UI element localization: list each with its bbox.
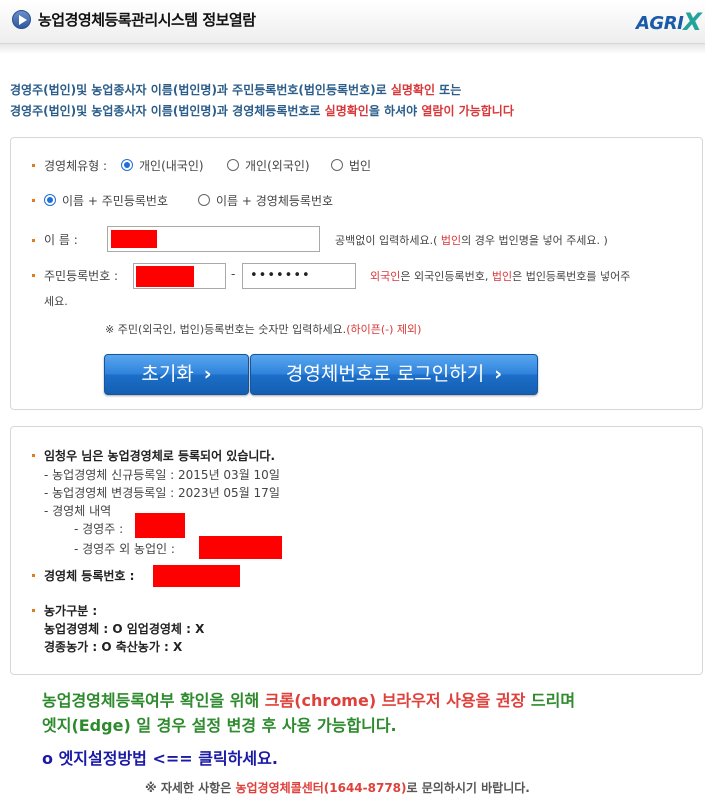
farm-type-line-2: 경종농가 : O 축산농가 : X — [44, 640, 183, 654]
radio-type-foreign-label[interactable]: 개인(외국인) — [245, 157, 310, 174]
play-arrow-icon — [12, 10, 31, 29]
result-panel: 임청우 님은 농업경영체로 등록되어 있습니다. - 농업경영체 신규등록일 :… — [10, 426, 703, 675]
browser-notice-line-2: 엣지(Edge) 일 경우 설정 변경 후 사용 가능합니다. — [42, 716, 397, 735]
edge-settings-link[interactable]: o 엣지설정방법 <== 클릭하세요. — [42, 745, 278, 769]
callcenter-footer: ※ 자세한 사항은 농업경영체콜센터(1644-8778)로 문의하시기 바랍니… — [145, 781, 530, 795]
bullet — [32, 574, 35, 577]
rrn-front-input[interactable] — [133, 263, 226, 289]
rrn-hint: 외국인은 외국인등록번호, 법인은 법인등록번호를 넣어주 — [370, 270, 631, 283]
name-hint: 공백없이 입력하세요.( 법인의 경우 법인명을 넣어 주세요. ) — [335, 234, 608, 247]
name-input[interactable] — [107, 226, 320, 252]
rrn-hint-cont: 세요. — [44, 295, 68, 308]
farm-details-label: - 경영체 내역 — [44, 504, 112, 518]
intro-line-1: 경영주(법인)및 농업종사자 이름(법인명)과 주민등록번호(법인등록번호)로 … — [10, 83, 462, 97]
verification-form-panel: 경영체유형 : 개인(내국인) 개인(외국인) 법인 이름 + 주민등록번호 이… — [10, 137, 703, 410]
intro-line-2: 경영주(법인)및 농업종사자 이름(법인명)과 경영체등록번호로 실명확인을 하… — [10, 104, 514, 118]
radio-method-rrn-label[interactable]: 이름 + 주민등록번호 — [62, 192, 168, 209]
radio-type-domestic[interactable] — [121, 159, 133, 171]
radio-method-rrn[interactable] — [44, 194, 56, 206]
rrn-back-input[interactable]: ••••••• — [242, 263, 356, 289]
radio-method-regno[interactable] — [198, 194, 210, 206]
new-registration-date: - 농업경영체 신규등록일 : 2015년 03월 10일 — [44, 468, 280, 482]
bullet — [32, 239, 35, 242]
rrn-dash: - — [231, 267, 236, 281]
radio-type-domestic-label[interactable]: 개인(내국인) — [139, 157, 204, 174]
intro-text: 경영주(법인)및 농업종사자 이름(법인명)과 주민등록번호(법인등록번호)로 … — [10, 80, 700, 122]
result-headline: 임청우 님은 농업경영체로 등록되어 있습니다. — [44, 449, 276, 463]
bullet — [32, 274, 35, 277]
redacted-name — [111, 230, 157, 248]
farm-type-label: 농가구분 : — [44, 604, 98, 618]
owner-label: - 경영주 : — [74, 522, 124, 536]
title-bar: 농업경영체등록관리시스템 정보열람 AGRIX — [0, 0, 705, 44]
chevron-right-icon: › — [494, 363, 503, 385]
chevron-right-icon: › — [203, 363, 212, 385]
radio-type-corporation-label[interactable]: 법인 — [349, 157, 371, 174]
name-label: 이 름 : — [44, 233, 78, 247]
other-farmers-label: - 경영주 외 농업인 : — [74, 542, 175, 556]
radio-type-corporation[interactable] — [331, 159, 343, 171]
bullet — [32, 199, 35, 202]
bullet — [32, 609, 35, 612]
agrix-logo: AGRIX — [636, 8, 702, 36]
browser-notice-line-1: 농업경영체등록여부 확인을 위해 크롬(chrome) 브라우저 사용을 권장 … — [42, 691, 576, 710]
redacted-owner — [135, 513, 185, 538]
reset-button[interactable]: 초기화 › — [104, 354, 249, 395]
login-regno-button[interactable]: 경영체번호로 로그인하기 › — [250, 354, 538, 395]
rrn-label: 주민등록번호 : — [44, 269, 119, 283]
farm-type-line-1: 농업경영체 : O 임업경영체 : X — [44, 622, 205, 636]
bullet — [32, 454, 35, 457]
redacted-reg-number — [153, 565, 240, 587]
redacted-rrn-front — [136, 266, 194, 287]
page-title: 농업경영체등록관리시스템 정보열람 — [38, 11, 256, 29]
redacted-other-farmers — [199, 536, 282, 559]
radio-type-foreign[interactable] — [227, 159, 239, 171]
reg-number-label: 경영체 등록번호 : — [44, 569, 135, 583]
radio-method-regno-label[interactable]: 이름 + 경영체등록번호 — [216, 192, 333, 209]
change-registration-date: - 농업경영체 변경등록일 : 2023년 05월 17일 — [44, 486, 280, 500]
type-label: 경영체유형 : — [44, 159, 108, 173]
header-shadow — [0, 44, 705, 54]
rrn-note: ※ 주민(외국인, 법인)등록번호는 숫자만 입력하세요.(하이픈(-) 제외) — [105, 323, 422, 336]
bullet — [32, 164, 35, 167]
